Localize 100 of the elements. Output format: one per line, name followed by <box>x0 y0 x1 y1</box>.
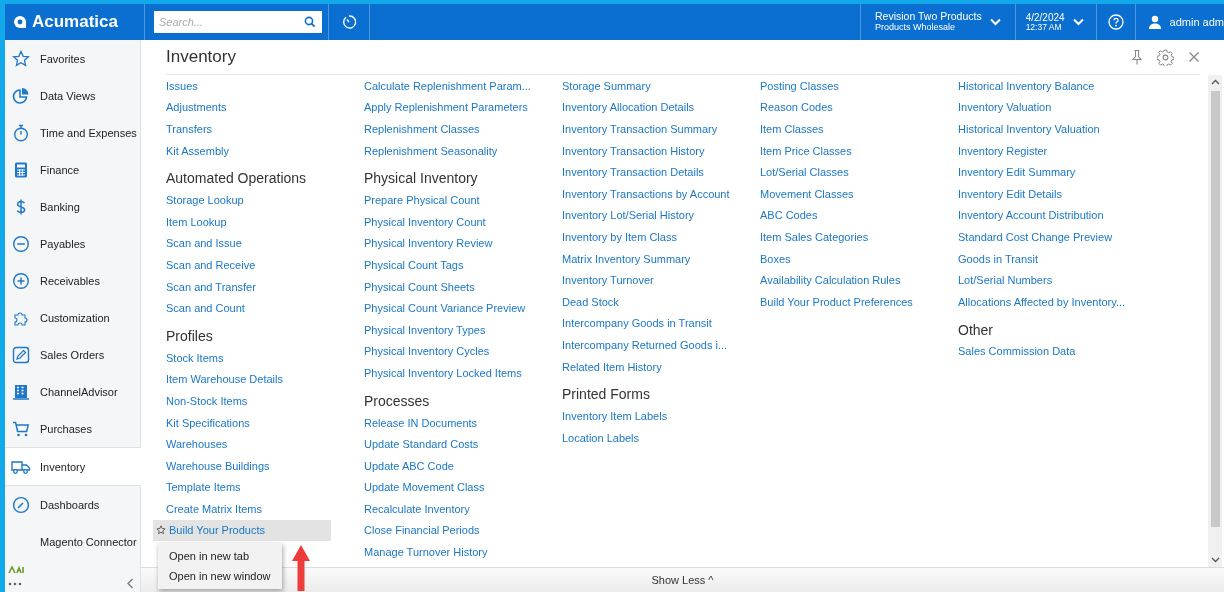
menu-link[interactable]: Warehouses <box>166 433 364 455</box>
scrollbar[interactable] <box>1208 75 1222 567</box>
menu-link[interactable]: Physical Count Variance Preview <box>364 297 562 319</box>
menu-link[interactable]: Item Price Classes <box>760 139 958 162</box>
menu-link[interactable]: Inventory Edit Summary <box>958 161 1156 183</box>
menu-link[interactable]: ABC Codes <box>760 204 958 227</box>
menu-link[interactable]: Historical Inventory Balance <box>958 75 1156 97</box>
sidebar-item[interactable]: Data Views <box>5 77 140 114</box>
menu-link[interactable]: Build Your Products <box>153 519 331 542</box>
menu-link[interactable]: Physical Inventory Cycles <box>364 340 562 363</box>
menu-link[interactable]: Lot/Serial Numbers <box>958 269 1156 291</box>
context-menu-item[interactable]: Open in new window <box>158 566 282 586</box>
menu-link[interactable]: Apply Replenishment Parameters <box>364 96 562 119</box>
menu-link[interactable]: Location Labels <box>562 426 760 449</box>
settings-icon[interactable] <box>1157 48 1174 66</box>
sidebar-item[interactable]: Dashboards <box>5 486 140 523</box>
menu-link[interactable]: Item Sales Categories <box>760 226 958 248</box>
menu-link[interactable]: Inventory Valuation <box>958 96 1156 119</box>
context-menu-item[interactable]: Open in new tab <box>158 546 282 566</box>
sidebar-item[interactable]: Customization <box>5 299 140 336</box>
menu-link[interactable]: Physical Inventory Locked Items <box>364 362 562 384</box>
scroll-up-icon[interactable] <box>1210 79 1220 85</box>
sidebar-item[interactable]: ChannelAdvisor <box>5 373 140 410</box>
menu-link[interactable]: Intercompany Goods in Transit <box>562 312 760 335</box>
menu-link[interactable]: Update Movement Class <box>364 476 562 499</box>
show-less-button[interactable]: Show Less ^ <box>645 573 720 587</box>
menu-link[interactable]: Template Items <box>166 476 364 499</box>
menu-link[interactable]: Physical Count Tags <box>364 254 562 276</box>
menu-link[interactable]: Prepare Physical Count <box>364 189 562 211</box>
menu-link[interactable]: Availability Calculation Rules <box>760 269 958 291</box>
search-field[interactable]: Search... <box>154 11 322 33</box>
menu-link[interactable]: Inventory Register <box>958 139 1156 162</box>
menu-link[interactable]: Kit Assembly <box>166 139 364 162</box>
menu-link[interactable]: Physical Inventory Review <box>364 232 562 255</box>
menu-link[interactable]: Update ABC Code <box>364 454 562 477</box>
menu-link[interactable]: Storage Lookup <box>166 189 364 211</box>
menu-link[interactable]: Non-Stock Items <box>166 390 364 412</box>
menu-link[interactable]: Replenishment Classes <box>364 118 562 140</box>
menu-link[interactable]: Physical Count Sheets <box>364 275 562 298</box>
menu-link[interactable]: Physical Inventory Types <box>364 318 562 341</box>
menu-link[interactable]: Scan and Receive <box>166 254 364 276</box>
menu-link[interactable]: Adjustments <box>166 96 364 119</box>
menu-link[interactable]: Inventory Turnover <box>562 269 760 291</box>
menu-link[interactable]: Stock Items <box>166 346 364 369</box>
menu-link[interactable]: Release IN Documents <box>364 411 562 434</box>
menu-link[interactable]: Create Matrix Items <box>166 498 364 520</box>
sidebar-item[interactable]: Receivables <box>5 262 140 299</box>
sidebar-item[interactable]: Magento Connector <box>5 523 140 560</box>
close-icon[interactable] <box>1188 51 1200 63</box>
menu-link[interactable]: Reason Codes <box>760 96 958 119</box>
menu-link[interactable]: Item Lookup <box>166 210 364 233</box>
search-icon[interactable] <box>304 16 316 28</box>
menu-link[interactable]: Inventory Edit Details <box>958 182 1156 205</box>
menu-link[interactable]: Posting Classes <box>760 75 958 97</box>
sidebar-item[interactable]: Finance <box>5 151 140 188</box>
menu-link[interactable]: Sales Commission Data <box>958 340 1156 363</box>
sidebar-item[interactable]: Inventory <box>5 447 141 486</box>
menu-link[interactable]: Inventory Allocation Details <box>562 96 760 119</box>
menu-link[interactable]: Scan and Issue <box>166 232 364 255</box>
menu-link[interactable]: Allocations Affected by Inventory... <box>958 290 1156 313</box>
menu-link[interactable]: Inventory Transactions by Account <box>562 182 760 205</box>
menu-link[interactable]: Close Financial Periods <box>364 519 562 542</box>
menu-link[interactable]: Item Classes <box>760 118 958 140</box>
menu-link[interactable]: Matrix Inventory Summary <box>562 247 760 270</box>
sidebar-item[interactable]: Purchases <box>5 410 140 447</box>
sidebar-item[interactable]: Payables <box>5 225 140 262</box>
menu-link[interactable]: Scan and Count <box>166 297 364 319</box>
menu-link[interactable]: Boxes <box>760 247 958 270</box>
sidebar-item[interactable]: Sales Orders <box>5 336 140 373</box>
menu-link[interactable]: Physical Inventory Count <box>364 210 562 233</box>
menu-link[interactable]: Lot/Serial Classes <box>760 161 958 183</box>
menu-link[interactable]: Recalculate Inventory <box>364 498 562 520</box>
menu-link[interactable]: Dead Stock <box>562 290 760 313</box>
menu-link[interactable]: Inventory by Item Class <box>562 226 760 248</box>
menu-link[interactable]: Inventory Account Distribution <box>958 204 1156 227</box>
menu-link[interactable]: Manage Turnover History <box>364 541 562 563</box>
menu-link[interactable]: Goods in Transit <box>958 247 1156 270</box>
menu-link[interactable]: Related Item History <box>562 355 760 378</box>
menu-link[interactable]: Intercompany Returned Goods i... <box>562 334 760 356</box>
menu-link[interactable]: Transfers <box>166 118 364 140</box>
menu-link[interactable]: Inventory Transaction Details <box>562 161 760 183</box>
menu-link[interactable]: Inventory Item Labels <box>562 405 760 427</box>
sidebar-item[interactable]: Time and Expenses <box>5 114 140 151</box>
menu-link[interactable]: Storage Summary <box>562 75 760 97</box>
menu-link[interactable]: Issues <box>166 75 364 97</box>
menu-link[interactable]: Inventory Transaction History <box>562 139 760 162</box>
menu-link[interactable]: Movement Classes <box>760 182 958 205</box>
menu-link[interactable]: Update Standard Costs <box>364 433 562 455</box>
scroll-down-icon[interactable] <box>1210 557 1220 563</box>
menu-link[interactable]: Replenishment Seasonality <box>364 139 562 162</box>
menu-link[interactable]: Inventory Transaction Summary <box>562 118 760 140</box>
more-icon[interactable] <box>8 581 22 586</box>
menu-link[interactable]: Calculate Replenishment Param... <box>364 75 562 97</box>
menu-link[interactable]: Inventory Lot/Serial History <box>562 204 760 227</box>
star-icon[interactable] <box>156 525 166 536</box>
menu-link[interactable]: Warehouse Buildings <box>166 454 364 477</box>
sidebar-item[interactable]: Banking <box>5 188 140 225</box>
collapse-icon[interactable] <box>126 578 134 589</box>
menu-link[interactable]: Item Warehouse Details <box>166 368 364 391</box>
menu-link[interactable]: Scan and Transfer <box>166 275 364 298</box>
